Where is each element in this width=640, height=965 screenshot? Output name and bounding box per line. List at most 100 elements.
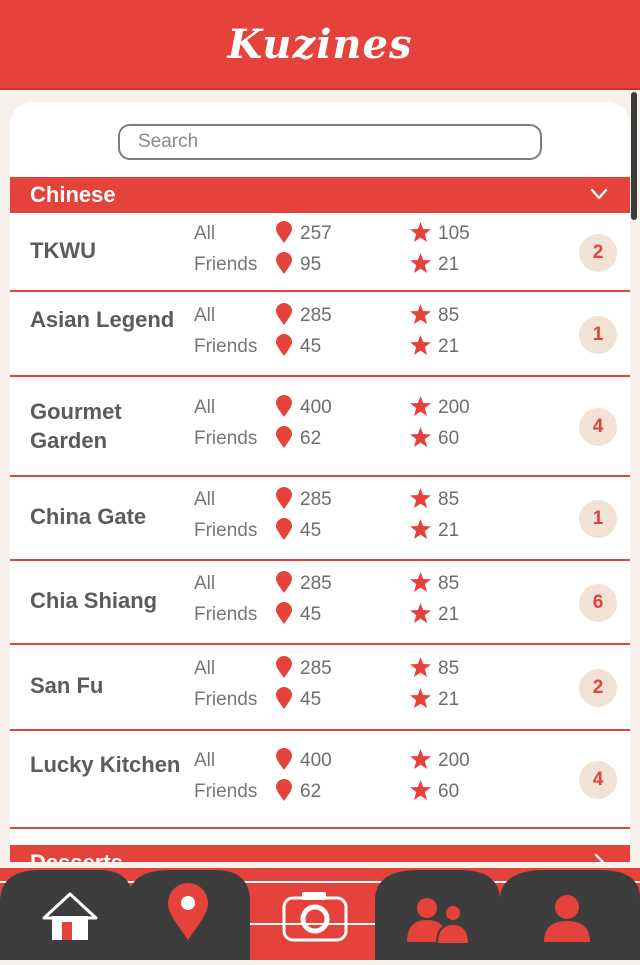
stat-label-all: All: [194, 750, 216, 771]
all-rating-count: 85: [438, 573, 460, 594]
friends-icon: [407, 898, 471, 945]
friends-checkins-count: 62: [300, 428, 322, 449]
star-icon: [410, 572, 431, 592]
star-icon: [410, 488, 431, 508]
stat-label-friends: Friends: [194, 520, 258, 541]
app-logo: Kuzines: [227, 20, 413, 68]
restaurant-list-panel: Chinese TKWUAllFriends25795105212Asian L…: [10, 102, 630, 862]
restaurant-row[interactable]: TKWU All Friends 257 95 105 21 2: [10, 213, 630, 292]
map-pin-icon: [276, 602, 292, 624]
map-pin-icon: [276, 426, 292, 448]
count-badge[interactable]: 1: [579, 500, 617, 538]
stat-label-friends: Friends: [194, 335, 258, 357]
star-icon: [410, 252, 431, 273]
tab-places[interactable]: [130, 868, 250, 960]
count-badge[interactable]: 6: [579, 584, 617, 622]
friends-rating-count: 21: [438, 604, 460, 625]
restaurant-row[interactable]: Asian Legend All Friends 285 45 85 21 1: [10, 292, 630, 377]
stat-label-friends: Friends: [194, 428, 258, 449]
map-pin-icon: [276, 395, 292, 417]
star-icon: [410, 221, 431, 242]
map-pin-icon: [276, 518, 292, 540]
restaurant-name: Chia Shiang: [30, 588, 158, 613]
star-icon: [410, 427, 431, 447]
map-pin-icon: [276, 571, 292, 593]
all-checkins-count: 285: [300, 304, 332, 326]
bottom-tab-bar: [0, 868, 640, 960]
restaurant-row[interactable]: Gourmet Garden All Friends 400 62 200 60 4: [10, 377, 630, 477]
scrollbar[interactable]: [631, 92, 637, 220]
restaurant-row[interactable]: China Gate All Friends 285 45 85 21 1: [10, 477, 630, 561]
friends-checkins-count: 45: [300, 520, 322, 541]
category-label: Chinese: [30, 182, 116, 207]
star-icon: [410, 334, 431, 355]
star-icon: [410, 396, 431, 416]
map-pin-icon: [276, 333, 292, 356]
friends-checkins-count: 95: [300, 253, 322, 275]
count-badge[interactable]: 1: [579, 315, 617, 354]
user-icon: [544, 895, 590, 942]
map-pin-icon: [276, 251, 292, 274]
restaurant-row[interactable]: Lucky Kitchen All Friends 400 62 200 60 4: [10, 731, 630, 829]
restaurant-name: Asian Legend: [30, 306, 175, 332]
stat-label-friends: Friends: [194, 689, 258, 710]
friends-rating-count: 60: [438, 428, 460, 449]
friends-checkins-count: 45: [300, 604, 322, 625]
count-badge[interactable]: 2: [579, 233, 617, 272]
star-icon: [410, 603, 431, 623]
category-label: Desserts: [30, 850, 123, 862]
stat-label-all: All: [194, 573, 216, 594]
stat-label-all: All: [194, 222, 216, 244]
stat-label-friends: Friends: [194, 253, 258, 275]
restaurant-name: San Fu: [30, 673, 104, 698]
category-header-desserts[interactable]: Desserts: [10, 845, 630, 862]
map-pin-icon: [276, 487, 292, 509]
friends-checkins-count: 62: [300, 781, 322, 802]
friends-checkins-count: 45: [300, 335, 322, 357]
count-badge[interactable]: 2: [579, 669, 617, 707]
app-header: Kuzines: [0, 0, 640, 90]
map-pin-icon: [276, 779, 292, 801]
star-icon: [410, 519, 431, 539]
restaurant-name: TKWU: [30, 237, 96, 263]
map-pin-icon: [276, 656, 292, 678]
stat-label-all: All: [194, 304, 216, 326]
stat-label-all: All: [194, 658, 216, 679]
all-checkins-count: 285: [300, 573, 332, 594]
tab-friends[interactable]: [375, 868, 500, 960]
count-badge[interactable]: 4: [579, 761, 617, 799]
chevron-down-icon: [590, 188, 608, 200]
restaurant-name: Lucky Kitchen: [30, 752, 181, 777]
map-pin-icon: [276, 687, 292, 709]
all-checkins-count: 400: [300, 397, 332, 418]
stat-label-friends: Friends: [194, 781, 258, 802]
restaurant-row[interactable]: Chia Shiang All Friends 285 45 85 21 6: [10, 561, 630, 645]
tab-profile[interactable]: [500, 868, 640, 960]
chevron-right-icon: [594, 853, 605, 862]
category-header-chinese[interactable]: Chinese: [10, 177, 630, 213]
all-checkins-count: 285: [300, 658, 332, 679]
tab-home[interactable]: [0, 868, 130, 960]
friends-checkins-count: 45: [300, 689, 322, 710]
stat-label-friends: Friends: [194, 604, 258, 625]
friends-rating-count: 60: [438, 781, 460, 802]
all-rating-count: 85: [438, 304, 460, 326]
camera-icon: [282, 892, 348, 942]
star-icon: [410, 780, 431, 800]
count-badge[interactable]: 4: [579, 408, 617, 446]
map-pin-icon: [276, 302, 292, 325]
all-rating-count: 85: [438, 489, 460, 510]
restaurant-row[interactable]: San Fu All Friends 285 45 85 21 2: [10, 645, 630, 731]
search-input[interactable]: [118, 124, 542, 160]
search-box: [118, 124, 542, 160]
all-rating-count: 200: [438, 397, 470, 418]
restaurant-name: Gourmet Garden: [30, 399, 122, 453]
map-pin-icon: [276, 220, 292, 243]
star-icon: [410, 303, 431, 324]
all-rating-count: 85: [438, 658, 460, 679]
tab-camera[interactable]: [250, 868, 375, 960]
restaurant-name: China Gate: [30, 504, 147, 529]
friends-rating-count: 21: [438, 689, 460, 710]
star-icon: [410, 657, 431, 677]
friends-rating-count: 21: [438, 335, 460, 357]
